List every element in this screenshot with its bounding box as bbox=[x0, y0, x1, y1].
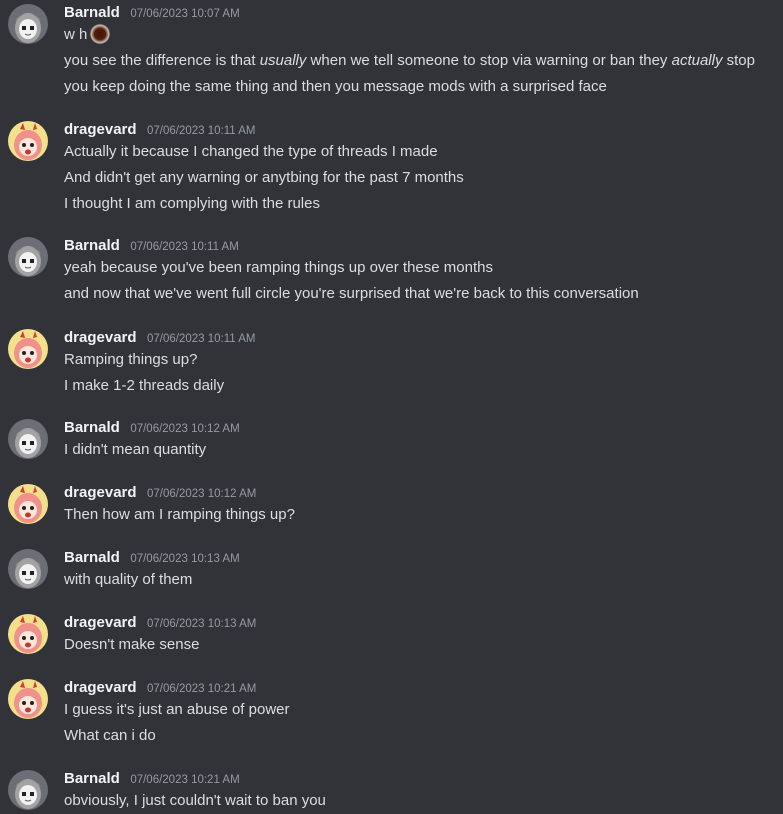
message-text: you keep doing the same thing and then y… bbox=[64, 78, 607, 95]
message-header: Barnald 07/06/2023 10:21 AM bbox=[64, 770, 240, 790]
message-text: obviously, I just couldn't wait to ban y… bbox=[64, 792, 326, 809]
message-header: dragevard 07/06/2023 10:21 AM bbox=[64, 679, 256, 699]
message-header: dragevard 07/06/2023 10:13 AM bbox=[64, 614, 256, 634]
message-text: I thought I am complying with the rules bbox=[64, 195, 320, 212]
message-text: And didn't get any warning or anytbing f… bbox=[64, 169, 464, 186]
message-header: dragevard 07/06/2023 10:11 AM bbox=[64, 121, 256, 141]
message-header: dragevard 07/06/2023 10:11 AM bbox=[64, 329, 256, 349]
message-text: yeah because you've been ramping things … bbox=[64, 259, 493, 276]
message-text: Doesn't make sense bbox=[64, 636, 200, 653]
username[interactable]: dragevard bbox=[64, 121, 137, 138]
timestamp: 07/06/2023 10:12 AM bbox=[130, 423, 240, 435]
message-text: I make 1-2 threads daily bbox=[64, 377, 225, 394]
message-text: w h bbox=[64, 22, 755, 48]
timestamp: 07/06/2023 10:11 AM bbox=[147, 125, 256, 137]
surprised-face-emoji-icon bbox=[90, 24, 111, 44]
avatar-barnald[interactable] bbox=[8, 549, 48, 589]
message-header: Barnald 07/06/2023 10:12 AM bbox=[64, 419, 240, 439]
avatar-dragevard[interactable] bbox=[8, 484, 48, 524]
timestamp: 07/06/2023 10:13 AM bbox=[147, 618, 257, 630]
timestamp: 07/06/2023 10:11 AM bbox=[130, 241, 239, 253]
message-text: with quality of them bbox=[64, 571, 193, 588]
gray-anime-girl-icon bbox=[8, 419, 48, 459]
message-text: and now that we've went full circle you'… bbox=[64, 285, 639, 302]
gray-anime-girl-icon bbox=[8, 4, 48, 44]
pink-anime-girl-icon bbox=[8, 484, 48, 524]
message-text: What can i do bbox=[64, 727, 156, 744]
pink-anime-girl-icon bbox=[8, 121, 48, 161]
gray-anime-girl-icon bbox=[8, 549, 48, 589]
timestamp: 07/06/2023 10:21 AM bbox=[147, 683, 257, 695]
message-header: Barnald 07/06/2023 10:11 AM bbox=[64, 237, 239, 257]
username[interactable]: Barnald bbox=[64, 237, 120, 254]
timestamp: 07/06/2023 10:12 AM bbox=[147, 488, 257, 500]
avatar-dragevard[interactable] bbox=[8, 679, 48, 719]
message-header: Barnald 07/06/2023 10:07 AM bbox=[64, 4, 240, 24]
username[interactable]: Barnald bbox=[64, 4, 120, 21]
message-header: dragevard 07/06/2023 10:12 AM bbox=[64, 484, 256, 504]
avatar-barnald[interactable] bbox=[8, 237, 48, 277]
avatar-dragevard[interactable] bbox=[8, 614, 48, 654]
username[interactable]: dragevard bbox=[64, 329, 137, 346]
message-text: you see the difference is that usually w… bbox=[64, 52, 755, 69]
username[interactable]: Barnald bbox=[64, 770, 120, 787]
avatar-barnald[interactable] bbox=[8, 4, 48, 44]
pink-anime-girl-icon bbox=[8, 329, 48, 369]
avatar-dragevard[interactable] bbox=[8, 329, 48, 369]
username[interactable]: dragevard bbox=[64, 484, 137, 501]
username[interactable]: Barnald bbox=[64, 419, 120, 436]
username[interactable]: dragevard bbox=[64, 614, 137, 631]
message-text: I didn't mean quantity bbox=[64, 441, 207, 458]
timestamp: 07/06/2023 10:07 AM bbox=[130, 8, 240, 20]
avatar-barnald[interactable] bbox=[8, 419, 48, 459]
timestamp: 07/06/2023 10:13 AM bbox=[130, 553, 240, 565]
username[interactable]: dragevard bbox=[64, 679, 137, 696]
chat-messages: Barnald 07/06/2023 10:07 AM w h you see … bbox=[0, 0, 783, 812]
message-text: I guess it's just an abuse of power bbox=[64, 701, 290, 718]
pink-anime-girl-icon bbox=[8, 614, 48, 654]
avatar-dragevard[interactable] bbox=[8, 121, 48, 161]
timestamp: 07/06/2023 10:21 AM bbox=[130, 774, 240, 786]
message-text: Ramping things up? bbox=[64, 351, 198, 368]
gray-anime-girl-icon bbox=[8, 770, 48, 810]
avatar-barnald[interactable] bbox=[8, 770, 48, 810]
message-text: Then how am I ramping things up? bbox=[64, 506, 295, 523]
gray-anime-girl-icon bbox=[8, 237, 48, 277]
timestamp: 07/06/2023 10:11 AM bbox=[147, 333, 256, 345]
message-header: Barnald 07/06/2023 10:13 AM bbox=[64, 549, 240, 569]
username[interactable]: Barnald bbox=[64, 549, 120, 566]
message-text: Actually it because I changed the type o… bbox=[64, 143, 438, 160]
pink-anime-girl-icon bbox=[8, 679, 48, 719]
